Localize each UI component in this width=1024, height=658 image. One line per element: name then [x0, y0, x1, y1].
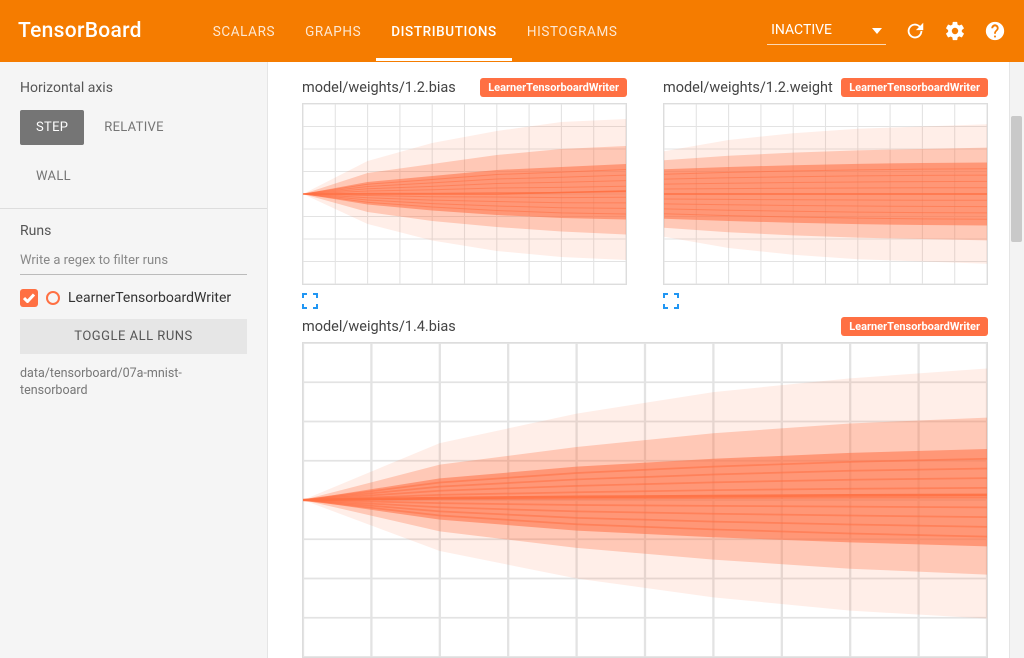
tab-scalars[interactable]: SCALARS	[198, 2, 290, 61]
inactive-dropdown-label: INACTIVE	[771, 22, 832, 38]
run-checkbox[interactable]	[20, 289, 38, 307]
axis-option-row: STEP RELATIVE	[20, 110, 247, 145]
sidebar: Horizontal axis STEP RELATIVE WALL Runs …	[0, 62, 268, 658]
run-color-ring	[46, 291, 60, 305]
chart-row-1: model/weights/1.2.bias LearnerTensorboar…	[302, 78, 988, 309]
chart-title-1: model/weights/1.2.weight	[663, 79, 833, 96]
sidebar-divider	[0, 208, 267, 209]
tab-histograms[interactable]: HISTOGRAMS	[512, 2, 633, 61]
chart-canvas-0[interactable]	[302, 103, 627, 285]
help-icon[interactable]	[984, 20, 1006, 42]
run-badge-0: LearnerTensorboardWriter	[480, 78, 627, 97]
run-badge-1: LearnerTensorboardWriter	[841, 78, 988, 97]
header-right-group: INACTIVE	[767, 18, 1006, 45]
expand-icon[interactable]	[663, 293, 679, 309]
axis-option-step[interactable]: STEP	[20, 110, 84, 145]
axis-option-wall[interactable]: WALL	[20, 159, 87, 194]
main-content: model/weights/1.2.bias LearnerTensorboar…	[268, 62, 1024, 658]
scrollbar-track[interactable]	[1009, 62, 1024, 658]
chart-col-1: model/weights/1.2.weight LearnerTensorbo…	[663, 78, 988, 309]
data-path-label: data/tensorboard/07a-mnist-tensorboard	[20, 366, 247, 400]
chart-title-0: model/weights/1.2.bias	[302, 79, 456, 96]
runs-filter-input[interactable]: Write a regex to filter runs	[20, 253, 247, 268]
chart-title-2: model/weights/1.4.bias	[302, 318, 456, 335]
axis-option-relative[interactable]: RELATIVE	[88, 110, 180, 145]
run-row[interactable]: LearnerTensorboardWriter	[20, 289, 247, 307]
app-header: TensorBoard SCALARS GRAPHS DISTRIBUTIONS…	[0, 0, 1024, 62]
gear-icon[interactable]	[944, 20, 966, 42]
axis-section-label: Horizontal axis	[20, 80, 247, 96]
expand-icon[interactable]	[302, 293, 318, 309]
tab-graphs[interactable]: GRAPHS	[290, 2, 376, 61]
scrollbar-thumb[interactable]	[1011, 116, 1022, 242]
brand-logo: TensorBoard	[18, 19, 142, 43]
toggle-all-runs-button[interactable]: TOGGLE ALL RUNS	[20, 319, 247, 354]
run-name: LearnerTensorboardWriter	[68, 290, 231, 306]
axis-option-row-2: WALL	[20, 159, 247, 194]
body: Horizontal axis STEP RELATIVE WALL Runs …	[0, 62, 1024, 658]
nav-tabs: SCALARS GRAPHS DISTRIBUTIONS HISTOGRAMS	[198, 2, 633, 61]
chart-canvas-1[interactable]	[663, 103, 988, 285]
inactive-dropdown[interactable]: INACTIVE	[767, 18, 886, 45]
tab-distributions[interactable]: DISTRIBUTIONS	[376, 2, 512, 61]
chevron-down-icon	[872, 22, 882, 38]
runs-filter-underline	[20, 274, 247, 275]
run-badge-2: LearnerTensorboardWriter	[841, 317, 988, 336]
refresh-icon[interactable]	[904, 20, 926, 42]
chart-canvas-2[interactable]	[302, 342, 988, 658]
chart-col-2: model/weights/1.4.bias LearnerTensorboar…	[302, 317, 988, 658]
runs-section-label: Runs	[20, 223, 247, 239]
chart-row-2: model/weights/1.4.bias LearnerTensorboar…	[302, 317, 988, 658]
chart-col-0: model/weights/1.2.bias LearnerTensorboar…	[302, 78, 627, 309]
